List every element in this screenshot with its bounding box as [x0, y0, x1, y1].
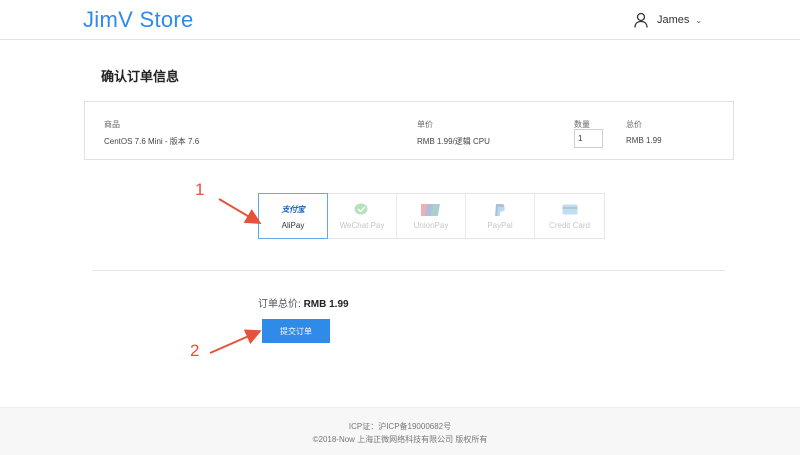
- copyright-text: ©2018-Now 上海正微网络科技有限公司 版权所有: [312, 435, 488, 444]
- annotation-arrow-1: [218, 198, 262, 225]
- annotation-arrows: [209, 198, 262, 354]
- annotation-arrow-2: [209, 329, 262, 354]
- icp-license-text: ICP证：沪ICP备19000682号: [348, 422, 452, 431]
- page-footer: ICP证：沪ICP备19000682号 ©2018-Now 上海正微网络科技有限…: [0, 407, 800, 455]
